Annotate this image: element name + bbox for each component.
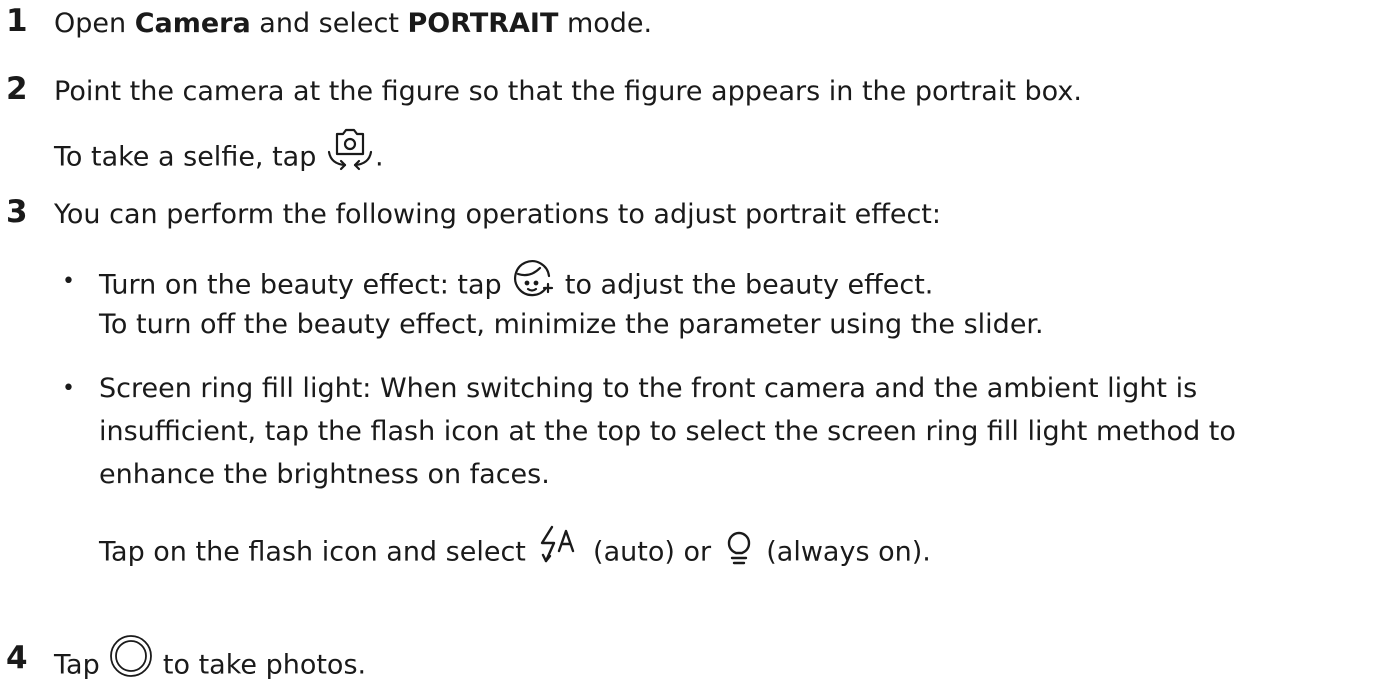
switch-camera-icon: [325, 124, 375, 172]
beauty-effect-text: Turn on the beauty effect: tap to adjust…: [99, 260, 934, 308]
step-3-text: You can perform the following operations…: [54, 199, 941, 230]
bullet-marker: •: [62, 376, 75, 401]
fill-light-text-3: enhance the brightness on faces.: [99, 459, 550, 490]
bullet-marker: •: [62, 269, 75, 294]
beauty-face-icon: [510, 258, 556, 302]
text-segment: Tap: [54, 649, 109, 681]
flash-mode-text: Tap on the flash icon and select (auto) …: [99, 525, 931, 575]
fill-light-text-2: insufficient, tap the flash icon at the …: [99, 416, 1236, 447]
portrait-mode-name: PORTRAIT: [407, 8, 559, 39]
step-number: 4: [6, 640, 28, 676]
step-number: 2: [6, 71, 28, 107]
text-segment: To take a selfie, tap: [54, 141, 325, 173]
shutter-icon: [108, 633, 154, 679]
text-segment: to take photos.: [154, 649, 367, 681]
beauty-effect-off-text: To turn off the beauty effect, minimize …: [99, 309, 1044, 340]
text-segment: (always on).: [757, 536, 931, 568]
text-segment: to adjust the beauty effect.: [556, 269, 934, 301]
text-segment: (auto) or: [584, 536, 720, 568]
text-segment: .: [374, 141, 384, 173]
text-segment: Turn on the beauty effect: tap: [99, 269, 511, 301]
text-segment: Open: [54, 8, 135, 39]
step-2-text: Point the camera at the figure so that t…: [54, 76, 1082, 107]
step-2-tip: To take a selfie, tap .: [54, 128, 384, 182]
text-segment: mode.: [558, 8, 653, 39]
text-segment: and select: [250, 8, 408, 39]
text-segment: Tap on the flash icon and select: [99, 536, 535, 568]
flash-auto-icon: [534, 523, 584, 567]
step-number: 3: [6, 194, 28, 230]
step-number: 1: [6, 3, 28, 39]
camera-app-name: Camera: [134, 8, 251, 39]
step-1-text: Open Camera and select PORTRAIT mode.: [54, 6, 652, 42]
fill-light-bulb-icon: [720, 525, 758, 569]
step-4-text: Tap to take photos.: [54, 635, 367, 689]
fill-light-text-1: Screen ring fill light: When switching t…: [99, 373, 1198, 404]
